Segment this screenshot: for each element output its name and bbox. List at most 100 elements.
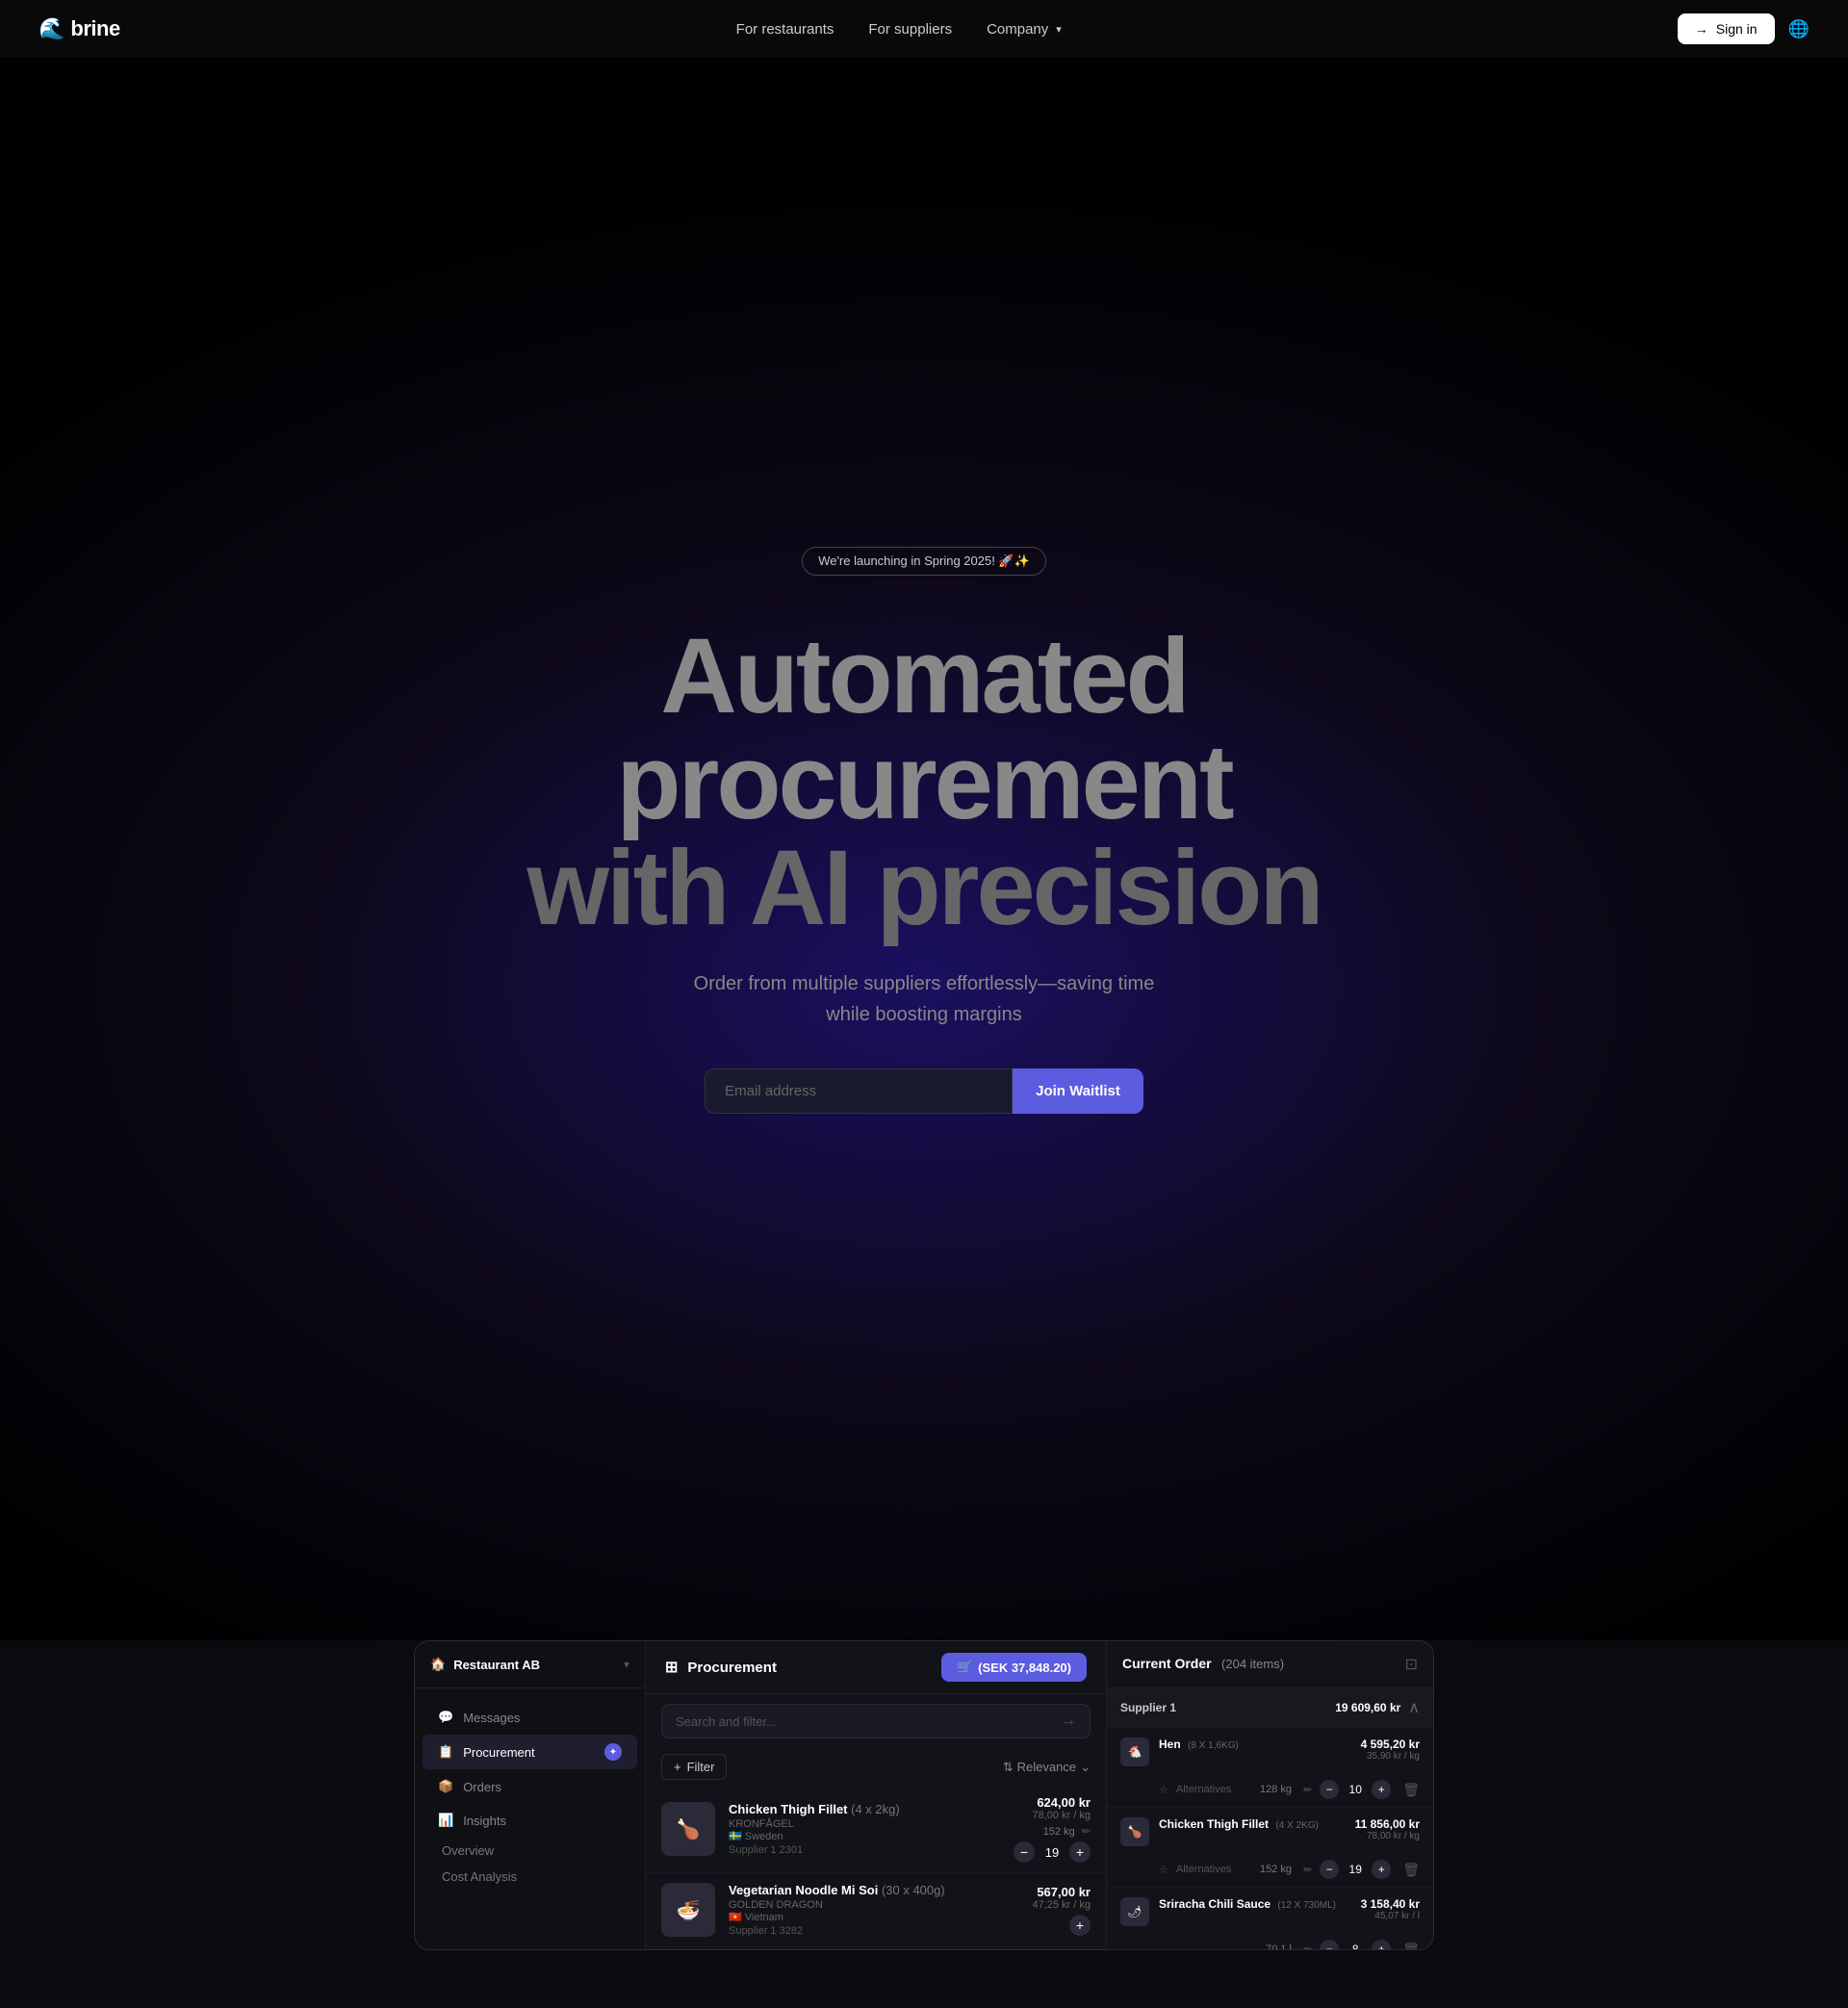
signin-button[interactable]: → Sign in xyxy=(1678,13,1775,44)
main-content: ⊞ Procurement 🛒 (SEK 37,848.20) Search a… xyxy=(646,1641,1106,1949)
collapse-icon[interactable]: ∧ xyxy=(1408,1698,1420,1717)
edit-icon: ✏ xyxy=(1303,1784,1312,1796)
insights-icon: 📊 xyxy=(438,1813,453,1828)
product-origin: 🇸🇪 Sweden xyxy=(729,1830,1000,1842)
product-item: 🍗 Chicken Thigh Fillet (4 x 2kg) KRONFÅG… xyxy=(646,1786,1106,1873)
sidebar-sub-cost-analysis[interactable]: Cost Analysis xyxy=(430,1864,629,1890)
product-item: 🐔 Hen (8 x 1,6kg) 459,52 kr xyxy=(646,1947,1106,1949)
order-item-info: Chicken Thigh Fillet (4 X 2KG) xyxy=(1159,1817,1346,1831)
procurement-title: ⊞ Procurement xyxy=(665,1658,777,1677)
waitlist-button[interactable]: Join Waitlist xyxy=(1013,1068,1143,1114)
qty-decrement-button[interactable]: − xyxy=(1014,1841,1035,1863)
sidebar-item-orders[interactable]: 📦 Orders xyxy=(423,1770,637,1803)
alt-weight: 70,1 l xyxy=(1266,1944,1292,1950)
order-qty-num: 8 xyxy=(1347,1943,1364,1950)
grid-icon: ⊞ xyxy=(665,1658,678,1677)
alt-weight: 152 kg xyxy=(1260,1864,1292,1875)
order-qty-increment[interactable]: + xyxy=(1372,1940,1391,1950)
delete-item-button[interactable]: 🗑 xyxy=(1402,1862,1420,1878)
product-item: 🍜 Vegetarian Noodle Mi Soi (30 x 400g) G… xyxy=(646,1873,1106,1947)
restaurant-icon: 🏠 xyxy=(430,1657,446,1672)
supplier-name: Supplier 1 xyxy=(1120,1701,1176,1714)
order-title: Current Order xyxy=(1122,1656,1212,1671)
logo-text: brine xyxy=(70,16,119,41)
product-info: Vegetarian Noodle Mi Soi (30 x 400g) GOL… xyxy=(729,1883,1018,1937)
ai-badge: ✦ xyxy=(604,1743,622,1761)
email-input[interactable] xyxy=(705,1068,1013,1114)
product-pricing: 624,00 kr 78,00 kr / kg 152 kg ✏ − 19 + xyxy=(1014,1795,1091,1863)
orders-icon: 📦 xyxy=(438,1779,453,1794)
nav-for-suppliers[interactable]: For suppliers xyxy=(868,21,952,38)
order-qty-decrement[interactable]: − xyxy=(1320,1860,1339,1879)
product-list: 🍗 Chicken Thigh Fillet (4 x 2kg) KRONFÅG… xyxy=(646,1786,1106,1949)
order-item-image: 🌶 xyxy=(1120,1897,1149,1926)
supplier-total: 19 609,60 kr xyxy=(1335,1701,1400,1714)
restaurant-label: 🏠 Restaurant AB xyxy=(430,1657,540,1672)
cart-badge[interactable]: 🛒 (SEK 37,848.20) xyxy=(941,1653,1087,1682)
sidebar-item-procurement[interactable]: 📋 Procurement ✦ xyxy=(423,1735,637,1769)
alternatives-label: Alternatives xyxy=(1176,1784,1231,1795)
product-supplier: Supplier 1 2301 xyxy=(729,1844,1000,1856)
relevance-button[interactable]: ⇅ Relevance ⌄ xyxy=(1003,1760,1091,1775)
qty-control: − 19 + xyxy=(1014,1841,1091,1863)
product-weight: 152 kg xyxy=(1043,1826,1075,1838)
nav-company[interactable]: Company ▾ xyxy=(987,21,1062,38)
search-bar[interactable]: Search and filter... → xyxy=(661,1704,1091,1738)
nav-for-restaurants[interactable]: For restaurants xyxy=(736,21,834,38)
sidebar-item-messages[interactable]: 💬 Messages xyxy=(423,1701,637,1734)
order-qty-num: 10 xyxy=(1347,1783,1364,1796)
filter-icon: + xyxy=(674,1760,681,1774)
product-name: Chicken Thigh Fillet (4 x 2kg) xyxy=(729,1802,1000,1816)
sidebar-sub-overview[interactable]: Overview xyxy=(430,1838,629,1864)
order-qty-increment[interactable]: + xyxy=(1372,1860,1391,1879)
product-pricing: 567,00 kr 47,25 kr / kg + xyxy=(1032,1885,1091,1936)
product-unit-price: 78,00 kr / kg xyxy=(1014,1810,1091,1821)
delete-item-button[interactable]: 🗑 xyxy=(1402,1782,1420,1798)
filter-row: + Filter ⇅ Relevance ⌄ xyxy=(646,1748,1106,1786)
order-item-price: 3 158,40 kr 45,07 kr / l xyxy=(1361,1897,1420,1921)
app-window: 🏠 Restaurant AB ▾ 💬 Messages 📋 Procureme… xyxy=(414,1640,1434,1950)
order-item-price: 11 856,00 kr 78,00 kr / kg xyxy=(1355,1817,1420,1841)
filter-button[interactable]: + Filter xyxy=(661,1754,727,1780)
chevron-down-icon: ▾ xyxy=(1056,23,1062,36)
product-brand: GOLDEN DRAGON xyxy=(729,1899,1018,1911)
chevron-icon: ⌄ xyxy=(1080,1760,1091,1775)
order-item: 🌶 Sriracha Chili Sauce (12 X 730ML) 3 15… xyxy=(1107,1887,1433,1936)
cart-icon: 🛒 xyxy=(957,1660,972,1675)
order-item-price: 4 595,20 kr 35,90 kr / kg xyxy=(1361,1738,1420,1762)
product-total: 624,00 kr xyxy=(1014,1795,1091,1810)
logo-icon: 🌊 xyxy=(38,16,64,41)
order-qty-decrement[interactable]: − xyxy=(1320,1940,1339,1950)
product-image: 🍗 xyxy=(661,1802,715,1856)
sidebar-item-insights[interactable]: 📊 Insights xyxy=(423,1804,637,1837)
procurement-icon: 📋 xyxy=(438,1744,453,1760)
alternatives-row: ☆ Alternatives 152 kg ✏ − 19 + 🗑 xyxy=(1107,1856,1433,1887)
logo: 🌊 brine xyxy=(38,16,120,41)
hero-title: Automated procurement with AI precision xyxy=(395,624,1453,941)
qty-increment-button[interactable]: + xyxy=(1069,1841,1091,1863)
product-unit-price: 47,25 kr / kg xyxy=(1032,1899,1091,1911)
order-item-total: 3 158,40 kr xyxy=(1361,1897,1420,1911)
order-header: Current Order (204 items) ⊡ xyxy=(1107,1641,1433,1688)
edit-icon: ✏ xyxy=(1303,1944,1312,1951)
order-qty-increment[interactable]: + xyxy=(1372,1780,1391,1799)
delete-item-button[interactable]: 🗑 xyxy=(1402,1942,1420,1951)
product-info: Chicken Thigh Fillet (4 x 2kg) KRONFÅGEL… xyxy=(729,1802,1000,1856)
order-item-unit: 35,90 kr / kg xyxy=(1361,1751,1420,1762)
search-placeholder: Search and filter... xyxy=(676,1714,777,1729)
navbar: 🌊 brine For restaurants For suppliers Co… xyxy=(0,0,1848,58)
sidebar-header: 🏠 Restaurant AB ▾ xyxy=(415,1657,645,1688)
order-item-image: 🍗 xyxy=(1120,1817,1149,1846)
globe-button[interactable]: 🌐 xyxy=(1788,19,1810,39)
order-item-total: 4 595,20 kr xyxy=(1361,1738,1420,1751)
order-qty-decrement[interactable]: − xyxy=(1320,1780,1339,1799)
app-preview-section: 🏠 Restaurant AB ▾ 💬 Messages 📋 Procureme… xyxy=(0,1640,1848,2008)
product-name: Vegetarian Noodle Mi Soi (30 x 400g) xyxy=(729,1883,1018,1897)
order-qty-num: 19 xyxy=(1347,1863,1364,1876)
product-supplier: Supplier 1 3282 xyxy=(729,1925,1018,1937)
product-origin: 🇻🇳 Vietnam xyxy=(729,1911,1018,1923)
sidebar-nav: 💬 Messages 📋 Procurement ✦ 📦 Orders 📊 xyxy=(415,1688,645,1901)
edit-icon: ✏ xyxy=(1082,1826,1091,1838)
product-total: 567,00 kr xyxy=(1032,1885,1091,1899)
qty-increment-button[interactable]: + xyxy=(1069,1915,1091,1936)
